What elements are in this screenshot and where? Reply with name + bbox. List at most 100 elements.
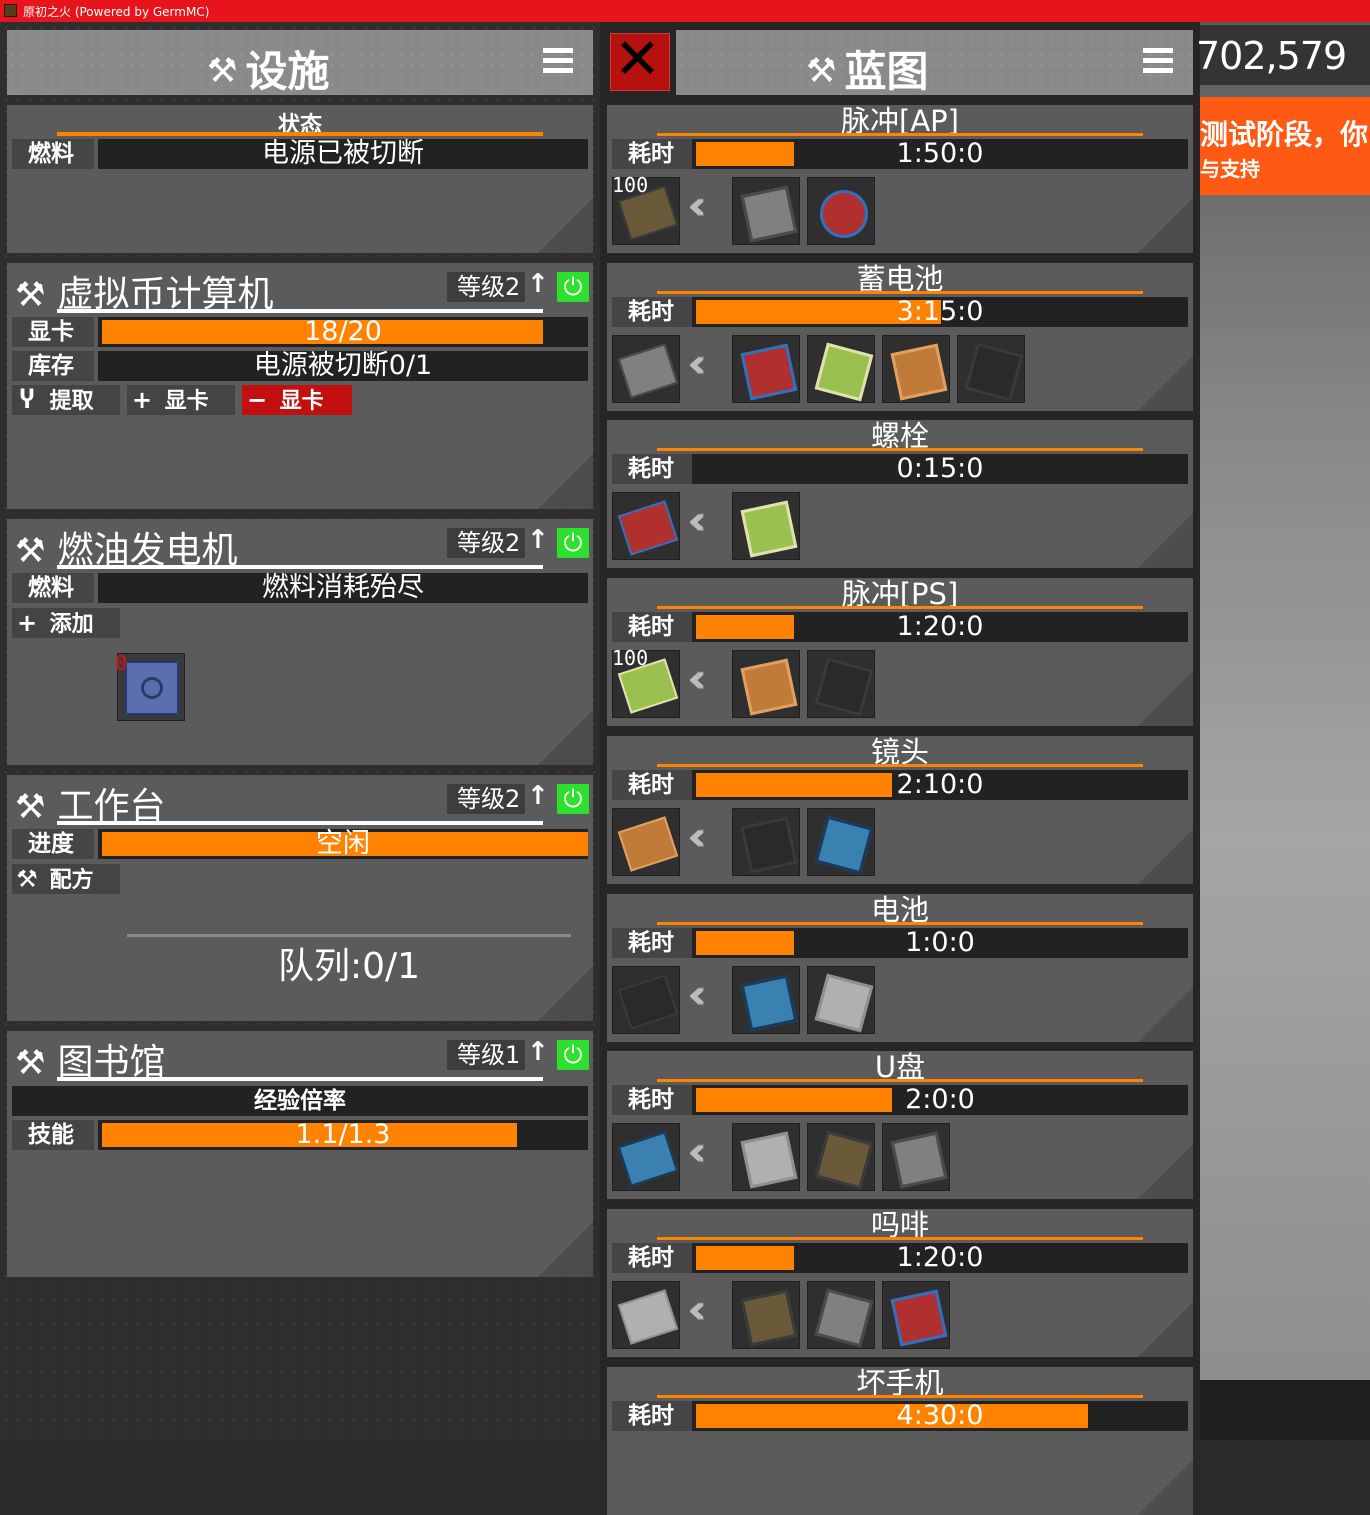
power-toggle-button[interactable]: ⏻: [557, 1040, 589, 1070]
game-world-bottom: [1200, 1380, 1370, 1440]
blueprint-card[interactable]: 脉冲[PS] 耗时 1:20:0 100 ‹‹‹: [607, 578, 1193, 727]
output-item-slot[interactable]: [612, 1280, 680, 1349]
extract-button[interactable]: Ⴤ 提取: [12, 385, 120, 415]
power-toggle-button[interactable]: ⏻: [557, 528, 589, 558]
remove-gpu-button[interactable]: − 显卡: [242, 385, 352, 415]
blueprint-card[interactable]: 脉冲[AP] 耗时 1:50:0 100 ‹‹‹: [607, 105, 1193, 253]
time-label: 耗时: [612, 296, 694, 327]
facilities-title: 设施: [245, 47, 330, 96]
item-icon: [814, 815, 874, 875]
item-icon: [890, 1131, 948, 1189]
power-toggle-button[interactable]: ⏻: [557, 272, 589, 302]
ingredient-slot[interactable]: [807, 334, 875, 403]
workbench-panel: ⚒ 工作台 等级2 ↑ ⏻ 进度 空闲 ⚒ 配方 队列:0/1: [7, 775, 593, 1021]
ingredient-slot[interactable]: [882, 1123, 950, 1192]
time-value: 4:30:0: [896, 1399, 984, 1431]
ingredient-slot[interactable]: [807, 807, 875, 876]
upgrade-button[interactable]: ↑: [527, 781, 549, 811]
upgrade-button[interactable]: ↑: [527, 1037, 549, 1067]
recipe-button[interactable]: ⚒ 配方: [12, 864, 120, 894]
ingredient-slot[interactable]: [807, 177, 875, 245]
close-button[interactable]: ✕: [610, 28, 670, 92]
ingredient-slot[interactable]: [807, 650, 875, 719]
money-display: 702,579: [1196, 34, 1347, 78]
item-icon: [814, 973, 874, 1032]
add-gpu-button[interactable]: + 显卡: [127, 385, 235, 415]
ingredient-slot[interactable]: [732, 807, 800, 876]
ingredient-slot[interactable]: [957, 334, 1025, 403]
time-row: 耗时 2:0:0: [612, 1084, 1188, 1116]
tools-icon: ⚒: [15, 275, 46, 315]
blueprint-card[interactable]: 坏手机 耗时 4:30:0: [607, 1366, 1193, 1515]
blueprint-card[interactable]: 螺栓 耗时 0:15:0 ‹‹‹: [607, 420, 1193, 569]
item-icon: [617, 500, 679, 557]
ingredient-slot[interactable]: [732, 334, 800, 403]
ingredient-slot[interactable]: [732, 1123, 800, 1192]
item-icon: [740, 816, 798, 874]
blueprint-card[interactable]: 电池 耗时 1:0:0 ‹‹‹: [607, 893, 1193, 1042]
item-icon: [814, 657, 874, 717]
blueprint-underline: [657, 290, 1143, 294]
progress-label: 进度: [12, 829, 94, 859]
blueprint-card[interactable]: 蓄电池 耗时 3:15:0 ‹‹‹: [607, 262, 1193, 411]
craft-arrow-icon: ‹‹‹: [687, 1129, 707, 1176]
upgrade-button[interactable]: ↑: [527, 525, 549, 555]
blueprint-underline: [657, 921, 1143, 925]
power-toggle-button[interactable]: ⏻: [557, 784, 589, 814]
fuel-label: 燃料: [12, 573, 94, 603]
item-icon: [814, 342, 874, 402]
time-label: 耗时: [612, 612, 694, 643]
time-label: 耗时: [612, 1085, 694, 1116]
fuel-status: 燃料消耗殆尽: [262, 572, 424, 603]
blueprint-underline: [657, 1079, 1143, 1083]
output-item-slot[interactable]: [612, 334, 680, 403]
time-row: 耗时 1:50:0: [612, 139, 1188, 169]
blueprint-card[interactable]: U盘 耗时 2:0:0 ‹‹‹: [607, 1051, 1193, 1200]
plus-icon: +: [131, 386, 153, 414]
menu-icon[interactable]: [1143, 48, 1173, 76]
menu-icon[interactable]: [543, 48, 573, 76]
add-fuel-button[interactable]: + 添加: [12, 608, 120, 638]
fuel-row: 燃料 电源已被切断: [12, 139, 588, 169]
ingredient-slot[interactable]: [807, 1280, 875, 1349]
time-row: 耗时 1:20:0: [612, 612, 1188, 643]
craft-arrow-icon: ‹‹‹: [687, 498, 707, 545]
time-value: 2:10:0: [896, 768, 984, 800]
output-item-slot[interactable]: [612, 492, 680, 561]
storage-label: 库存: [12, 351, 94, 381]
ingredient-slot[interactable]: [807, 1123, 875, 1192]
upgrade-button[interactable]: ↑: [527, 269, 549, 299]
output-item-slot[interactable]: [612, 1123, 680, 1192]
blueprint-card[interactable]: 镜头 耗时 2:10:0 ‹‹‹: [607, 735, 1193, 884]
ingredient-slot[interactable]: [807, 965, 875, 1034]
craft-arrow-icon: ‹‹‹: [687, 340, 707, 387]
item-icon: [740, 185, 798, 243]
extract-icon: Ⴤ: [19, 386, 35, 414]
tools-icon: ⚒: [15, 1043, 46, 1083]
ingredient-slot[interactable]: [732, 1280, 800, 1349]
output-item-slot[interactable]: [612, 807, 680, 876]
fuel-row: 燃料 燃料消耗殆尽: [12, 573, 588, 603]
ingredient-slot[interactable]: [732, 177, 800, 245]
item-count: 100: [612, 173, 649, 197]
item-icon: [964, 342, 1024, 402]
fuel-status: 电源已被切断: [262, 138, 424, 169]
ingredient-slot[interactable]: [732, 650, 800, 719]
output-item-slot[interactable]: [612, 965, 680, 1034]
facilities-header: ⚒ 设施: [7, 30, 593, 96]
fuel-can-slot[interactable]: [117, 653, 185, 721]
ingredient-slot[interactable]: [732, 492, 800, 561]
item-icon: [617, 1289, 679, 1345]
minus-icon: −: [246, 386, 268, 414]
ingredient-slot[interactable]: [882, 334, 950, 403]
tools-icon: ⚒: [16, 865, 38, 893]
blueprint-card[interactable]: 吗啡 耗时 1:20:0 ‹‹‹: [607, 1208, 1193, 1357]
storage-value: 电源被切断0/1: [253, 350, 433, 381]
time-value: 3:15:0: [896, 295, 984, 327]
exp-rate-label: 经验倍率: [254, 1088, 346, 1114]
ingredient-slot[interactable]: [882, 1280, 950, 1349]
time-value: 2:0:0: [905, 1084, 975, 1116]
app-icon: [4, 4, 17, 17]
ingredient-slot[interactable]: [732, 965, 800, 1034]
fuel-can-icon: [124, 660, 180, 716]
